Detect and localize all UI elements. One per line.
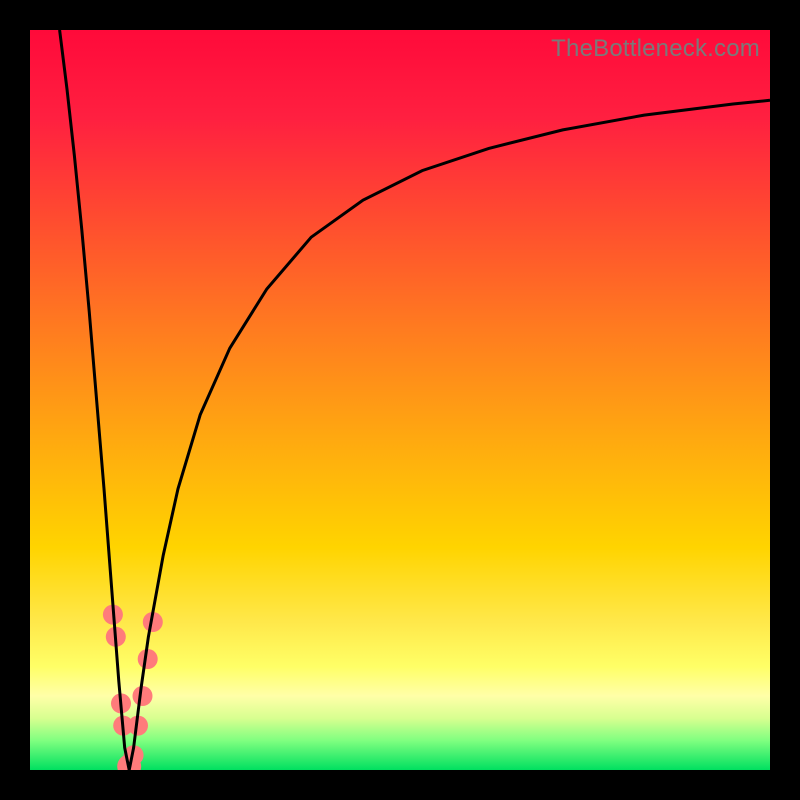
- bottleneck-curve: [60, 30, 770, 770]
- chart-svg: [30, 30, 770, 770]
- plot-area: TheBottleneck.com: [30, 30, 770, 770]
- data-marker: [133, 686, 153, 706]
- chart-frame: TheBottleneck.com: [0, 0, 800, 800]
- watermark-label: TheBottleneck.com: [551, 35, 760, 63]
